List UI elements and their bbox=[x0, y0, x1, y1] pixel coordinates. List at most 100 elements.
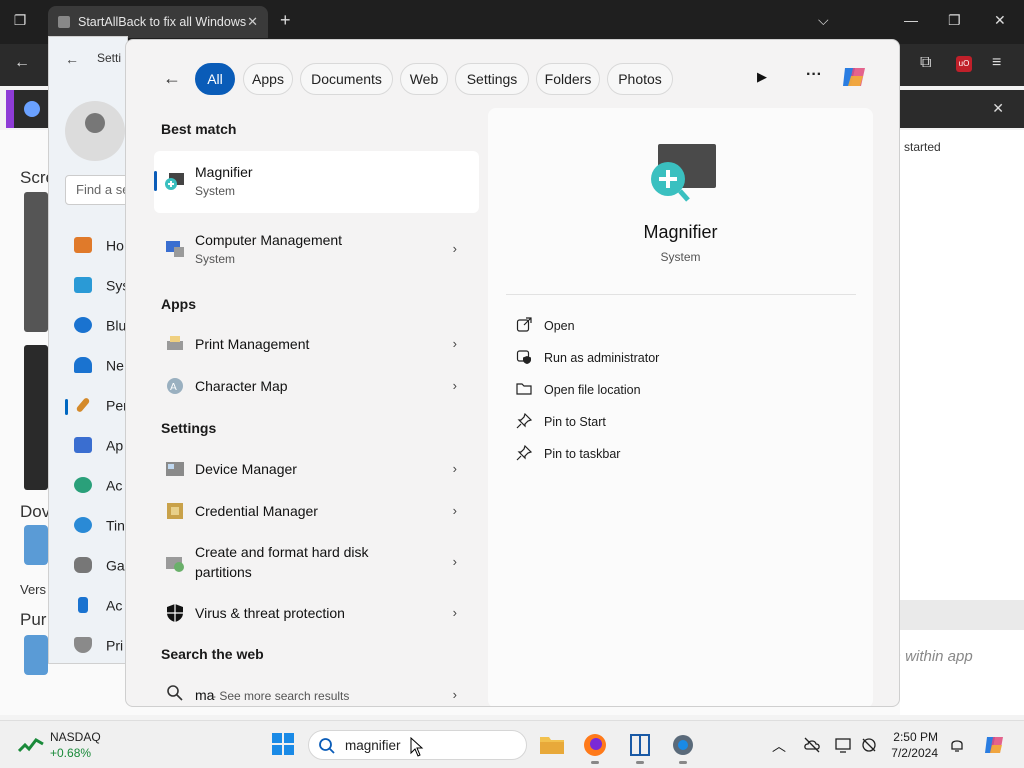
cloud-icon[interactable] bbox=[803, 736, 821, 754]
copilot-taskbar-icon[interactable] bbox=[982, 733, 1006, 757]
bluetooth-icon bbox=[74, 317, 92, 334]
menu-icon[interactable]: ≡ bbox=[992, 54, 1001, 72]
maximize-icon[interactable]: ❐ bbox=[948, 12, 961, 29]
close-window-icon[interactable]: ✕ bbox=[994, 12, 1006, 29]
chevron-right-icon[interactable]: › bbox=[453, 336, 457, 351]
page-band bbox=[900, 600, 1024, 630]
taskbar-file-explorer[interactable] bbox=[539, 732, 565, 758]
back-icon[interactable]: ← bbox=[14, 54, 30, 72]
taskbar-reader-app[interactable] bbox=[627, 732, 653, 764]
infobar-close-icon[interactable]: ✕ bbox=[992, 100, 1004, 117]
chevron-right-icon[interactable]: › bbox=[453, 461, 457, 476]
folder-icon bbox=[516, 383, 532, 395]
result-name: Credential Manager bbox=[195, 503, 318, 519]
ublock-icon[interactable]: uO bbox=[956, 56, 972, 72]
chevron-right-icon[interactable]: › bbox=[453, 554, 457, 569]
settings-nav-item[interactable]: Ga bbox=[74, 556, 128, 576]
taskbar-settings[interactable] bbox=[670, 732, 696, 764]
copilot-icon[interactable] bbox=[839, 62, 869, 92]
pin-icon bbox=[516, 413, 532, 429]
result-device-manager[interactable]: Device Manager › bbox=[154, 448, 479, 490]
settings-nav-item[interactable]: Ne bbox=[74, 356, 128, 376]
taskbar-clock[interactable]: 2:50 PM 7/2/2024 bbox=[886, 729, 938, 761]
page-heading-fragment: Pur bbox=[20, 610, 47, 629]
personalization-icon bbox=[75, 397, 91, 414]
result-name: Device Manager bbox=[195, 461, 297, 477]
filter-web[interactable]: Web bbox=[400, 63, 448, 95]
result-name: Create and format hard disk bbox=[195, 544, 369, 560]
filter-settings[interactable]: Settings bbox=[455, 63, 529, 95]
settings-nav-item[interactable]: Sys bbox=[74, 276, 128, 296]
result-virus-threat-protection[interactable]: Virus & threat protection › bbox=[154, 592, 479, 634]
result-web-search[interactable]: ma - See more search results › bbox=[154, 674, 479, 706]
filter-all[interactable]: All bbox=[195, 63, 235, 95]
chevron-right-icon[interactable]: › bbox=[453, 378, 457, 393]
settings-nav-item[interactable]: Ac bbox=[74, 596, 128, 616]
action-pin-to-start[interactable]: Pin to Start bbox=[516, 410, 716, 434]
result-name: Magnifier bbox=[195, 164, 253, 180]
notifications-bell-icon[interactable] bbox=[948, 736, 966, 754]
display-icon[interactable] bbox=[834, 736, 852, 754]
network-status-icon[interactable] bbox=[860, 736, 878, 754]
action-open[interactable]: Open bbox=[516, 314, 716, 338]
computer-management-icon bbox=[166, 241, 184, 257]
action-run-as-admin[interactable]: Run as administrator bbox=[516, 346, 716, 370]
detail-app-name: Magnifier bbox=[643, 222, 718, 242]
result-print-management[interactable]: Print Management › bbox=[154, 323, 479, 365]
chevron-right-icon[interactable]: › bbox=[453, 605, 457, 620]
purchase-button[interactable] bbox=[24, 635, 48, 675]
time-icon bbox=[74, 517, 92, 534]
tab-actions-icon[interactable]: ❐ bbox=[10, 12, 30, 32]
action-label: Pin to taskbar bbox=[544, 447, 621, 461]
settings-nav-item[interactable]: Ho bbox=[74, 236, 128, 256]
action-pin-to-taskbar[interactable]: Pin to taskbar bbox=[516, 442, 716, 466]
filter-folders[interactable]: Folders bbox=[536, 63, 600, 95]
shield-icon bbox=[167, 604, 183, 622]
filter-apps[interactable]: Apps bbox=[243, 63, 293, 95]
system-icon bbox=[74, 277, 92, 294]
settings-nav-item[interactable]: Ap bbox=[74, 436, 128, 456]
filter-photos[interactable]: Photos bbox=[607, 63, 673, 95]
chevron-up-icon[interactable]: ︿ bbox=[772, 736, 790, 754]
page-heading-fragment: Dov bbox=[20, 502, 51, 521]
result-magnifier[interactable]: Magnifier System bbox=[154, 151, 479, 213]
action-open-file-location[interactable]: Open file location bbox=[516, 378, 716, 402]
settings-nav-item[interactable]: Ac bbox=[74, 476, 128, 496]
tab-close-icon[interactable]: ✕ bbox=[247, 14, 258, 30]
gaming-icon bbox=[74, 557, 92, 574]
chevron-right-icon[interactable]: › bbox=[453, 503, 457, 518]
screenshot-thumbnail bbox=[24, 345, 48, 490]
settings-nav-item[interactable]: Tin bbox=[74, 516, 128, 536]
result-credential-manager[interactable]: Credential Manager › bbox=[154, 490, 479, 532]
accessibility-icon bbox=[78, 597, 88, 614]
download-button[interactable] bbox=[24, 525, 48, 565]
print-management-icon bbox=[167, 336, 183, 350]
result-create-format-partitions[interactable]: Create and format hard disk partitions › bbox=[154, 532, 479, 592]
page-italic-text: ) within app bbox=[896, 648, 973, 665]
windows-start-icon[interactable] bbox=[271, 732, 295, 756]
tab-title: StartAllBack to fix all Windows bbox=[78, 15, 247, 29]
filter-documents[interactable]: Documents bbox=[300, 63, 393, 95]
more-options-icon[interactable]: ··· bbox=[806, 66, 822, 84]
settings-nav-item[interactable]: Pri bbox=[74, 636, 128, 656]
admin-shield-icon bbox=[516, 350, 531, 364]
stock-chart-icon bbox=[18, 738, 44, 753]
browser-tab[interactable]: StartAllBack to fix all Windows ✕ bbox=[48, 6, 268, 38]
apps-icon bbox=[74, 437, 92, 454]
settings-nav-item[interactable]: Per bbox=[74, 396, 128, 416]
file-explorer-icon bbox=[540, 737, 564, 754]
extensions-icon[interactable]: ⧉ bbox=[920, 54, 931, 72]
minimize-icon[interactable]: — bbox=[904, 12, 918, 28]
search-back-icon[interactable]: ← bbox=[163, 68, 181, 89]
result-computer-management[interactable]: Computer Management System › bbox=[154, 223, 479, 273]
more-filters-play-icon[interactable]: ▶ bbox=[757, 69, 767, 85]
result-character-map[interactable]: A Character Map › bbox=[154, 365, 479, 407]
chevron-right-icon[interactable]: › bbox=[453, 241, 457, 256]
settings-nav-item[interactable]: Blu bbox=[74, 316, 128, 336]
new-tab-icon[interactable]: + bbox=[280, 10, 291, 31]
chevron-right-icon[interactable]: › bbox=[453, 687, 457, 702]
character-map-icon: A bbox=[167, 378, 183, 394]
tab-list-icon[interactable]: ⌵ bbox=[818, 12, 829, 29]
taskbar-firefox[interactable] bbox=[582, 732, 608, 764]
magnifier-large-icon bbox=[651, 144, 716, 202]
